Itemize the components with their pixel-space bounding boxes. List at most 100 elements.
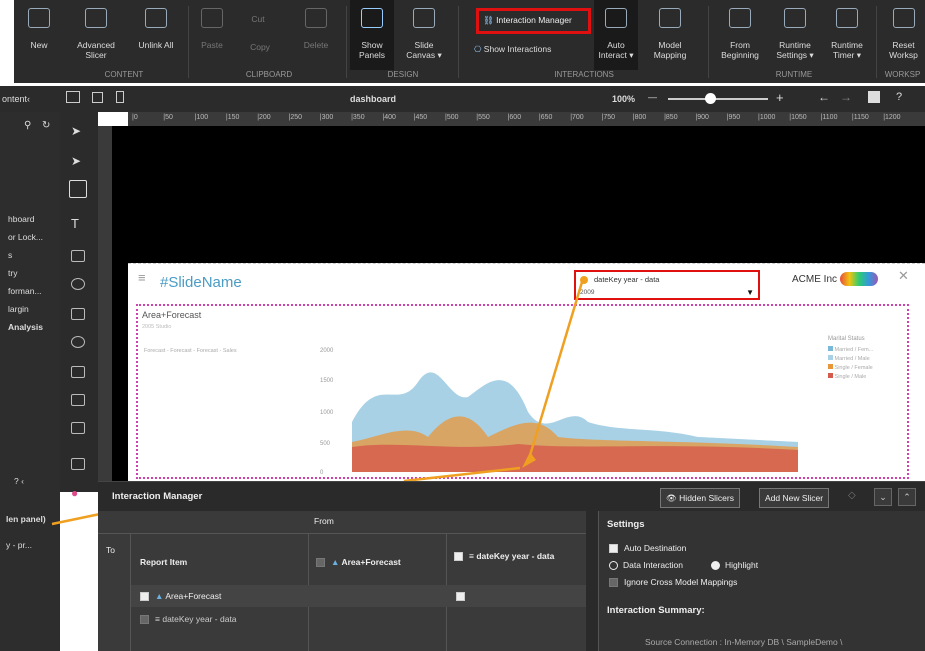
divider	[98, 533, 598, 534]
frame-tool-icon[interactable]	[69, 180, 87, 198]
scrollbar[interactable]	[586, 511, 598, 651]
unlink-all-button[interactable]: Unlink All	[134, 0, 178, 70]
legend-item[interactable]: Married / Male	[828, 355, 908, 364]
group-workspace: WORKSP	[884, 70, 921, 79]
interaction-checkbox[interactable]	[456, 592, 465, 602]
shape-tool-icon[interactable]	[71, 278, 85, 290]
auto-destination-checkbox[interactable]	[609, 544, 618, 554]
ruler-tick: |1100	[820, 114, 838, 121]
model-mapping-button[interactable]: Model Mapping	[646, 0, 694, 70]
close-icon[interactable]: ✕	[898, 268, 909, 284]
column-datekey[interactable]: ≡ dateKey year - data	[454, 551, 584, 562]
content-item[interactable]: hboard	[8, 214, 34, 224]
slide-canvas-button[interactable]: Slide Canvas ▾	[402, 0, 446, 70]
column-area-forecast[interactable]: ▲ Area+Forecast	[316, 557, 401, 568]
web-tool-icon[interactable]	[71, 336, 85, 348]
unlink-icon	[145, 8, 167, 28]
select-arrow-icon[interactable]: ➤	[71, 124, 85, 138]
image-tool-icon[interactable]	[71, 308, 85, 320]
row-checkbox[interactable]	[140, 592, 149, 602]
content-item[interactable]: or Lock...	[8, 232, 43, 242]
chevron-up-icon[interactable]: ⌃	[898, 488, 916, 506]
ignore-cross-option[interactable]: Ignore Cross Model Mappings	[609, 577, 737, 588]
ignore-cross-checkbox[interactable]	[609, 578, 618, 588]
chevron-down-icon[interactable]: ⌄	[874, 488, 892, 506]
tablet-view-icon[interactable]	[92, 92, 103, 103]
row-area-forecast[interactable]: ▲ Area+Forecast	[140, 591, 221, 602]
zoom-out-button[interactable]: —	[648, 92, 657, 102]
show-panels-button[interactable]: Show Panels	[350, 0, 394, 70]
content-item[interactable]: Analysis	[8, 322, 43, 332]
text-tool-icon[interactable]: T	[71, 216, 85, 231]
group-runtime: RUNTIME	[775, 70, 813, 79]
direct-select-icon[interactable]: ➤	[71, 154, 85, 168]
panel-title: Area+Forecast	[142, 310, 202, 320]
zoom-level: 100%	[612, 94, 636, 104]
from-beginning-button[interactable]: From Beginning	[714, 0, 766, 70]
highlight-radio[interactable]	[711, 561, 720, 571]
reset-icon	[892, 8, 915, 28]
back-arrow-icon[interactable]: ←	[818, 90, 830, 104]
source-connection: Source Connection : In-Memory DB \ Sampl…	[645, 637, 843, 647]
column-checkbox[interactable]	[316, 558, 325, 568]
forward-arrow-icon[interactable]: →	[840, 90, 852, 104]
row-datekey[interactable]: ≡ dateKey year - data	[140, 614, 237, 625]
save-icon[interactable]	[868, 91, 880, 103]
cell-checkbox[interactable]	[456, 591, 471, 602]
grid-tool-icon[interactable]	[71, 250, 85, 262]
interaction-manager-button[interactable]: ⛓ Interaction Manager	[476, 8, 591, 34]
legend-item[interactable]: Single / Male	[828, 373, 908, 382]
data-interaction-radio[interactable]	[609, 561, 618, 571]
zoom-slider[interactable]	[668, 98, 768, 100]
content-item[interactable]: forman...	[8, 286, 42, 296]
row-checkbox[interactable]	[140, 615, 149, 625]
panel-area-forecast[interactable]: Area+Forecast 2005 Studio Forecast - For…	[136, 304, 909, 479]
date-slicer[interactable]: dateKey year - data 2009 ▼	[574, 270, 760, 300]
slicer-tool-icon[interactable]	[71, 422, 85, 434]
ruler-tick: |550	[476, 114, 490, 121]
runtime-timer-button[interactable]: Runtime Timer ▾	[824, 0, 870, 70]
vertical-ruler	[98, 126, 112, 481]
panel-tool-icon[interactable]	[71, 394, 85, 406]
cut-button[interactable]: Cut	[238, 14, 278, 28]
diamond-icon[interactable]: ◇	[848, 490, 856, 501]
layout-tool-icon[interactable]	[71, 458, 85, 470]
paste-button[interactable]: Paste	[194, 0, 230, 70]
runtime-settings-button[interactable]: Runtime Settings ▾	[770, 0, 820, 70]
search-icon[interactable]: ⚲	[24, 120, 31, 131]
copy-button[interactable]: Copy	[238, 42, 282, 56]
slide[interactable]: ≡ #SlideName dateKey year - data 2009 ▼ …	[128, 263, 925, 481]
content-item[interactable]: largin	[8, 304, 29, 314]
refresh-icon[interactable]: ↻	[42, 120, 50, 131]
help-collapse[interactable]: ? ‹	[14, 476, 24, 486]
legend-item[interactable]: Single / Female	[828, 364, 908, 373]
menu-icon[interactable]: ≡	[138, 270, 146, 285]
slicer-value[interactable]: 2009	[580, 289, 594, 296]
data-interaction-option[interactable]: Data Interaction	[609, 560, 683, 571]
zoom-slider-handle[interactable]	[705, 93, 716, 104]
delete-button[interactable]: Delete	[298, 0, 334, 70]
auto-interact-button[interactable]: Auto Interact ▾	[594, 0, 638, 70]
content-item[interactable]: s	[8, 250, 12, 260]
column-checkbox[interactable]	[454, 552, 463, 562]
legend-item[interactable]: Married / Fem...	[828, 346, 908, 355]
show-interactions-button[interactable]: ⎔ Show Interactions	[474, 44, 551, 55]
chevron-down-icon[interactable]: ▼	[746, 288, 754, 297]
auto-interact-icon	[605, 8, 627, 28]
help-icon[interactable]: ?	[896, 91, 902, 103]
hidden-slicers-button[interactable]: 👁 Hidden Slicers	[660, 488, 740, 508]
highlight-option[interactable]: Highlight	[711, 560, 758, 571]
new-button[interactable]: New	[22, 0, 56, 70]
phone-view-icon[interactable]	[116, 91, 124, 103]
table-tool-icon[interactable]	[71, 366, 85, 378]
advanced-slicer-button[interactable]: Advanced Slicer	[70, 0, 122, 70]
desktop-view-icon[interactable]	[66, 91, 80, 103]
content-panel-toggle[interactable]: ontent‹	[2, 94, 30, 104]
color-tool-icon[interactable]: ●	[71, 486, 85, 500]
content-item[interactable]: try	[8, 268, 17, 278]
zoom-in-button[interactable]: +	[776, 90, 784, 105]
auto-destination-option[interactable]: Auto Destination	[609, 543, 686, 554]
panel-item[interactable]: y - pr...	[6, 540, 32, 550]
add-new-slicer-button[interactable]: Add New Slicer	[759, 488, 830, 508]
reset-workspace-button[interactable]: Reset Worksp	[882, 0, 925, 70]
